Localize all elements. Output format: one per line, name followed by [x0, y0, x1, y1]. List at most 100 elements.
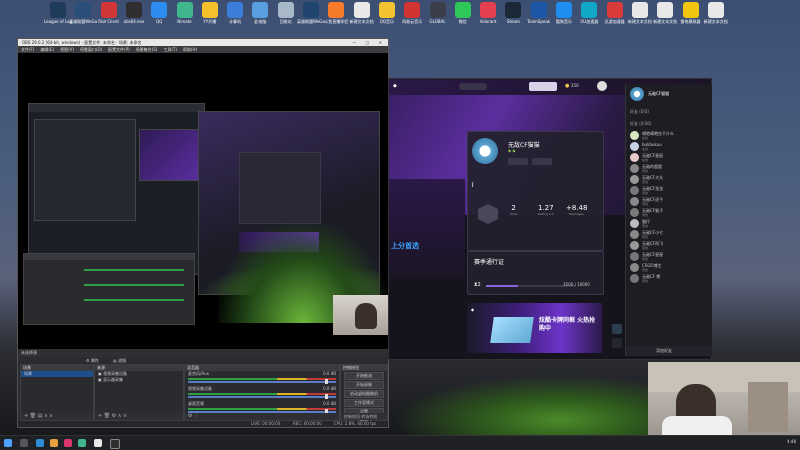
menu-item[interactable]: 场景集合(S) — [136, 47, 158, 52]
obs-title-bar[interactable]: OBS 29.0.2 (64-bit, windows) - 配置文件: 未命名… — [18, 39, 388, 46]
explorer-icon[interactable] — [50, 439, 58, 447]
chat-icon[interactable] — [612, 338, 622, 348]
app-icon[interactable] — [64, 439, 72, 447]
app-icon[interactable] — [78, 439, 86, 447]
window-controls[interactable]: — ▢ ✕ — [352, 39, 386, 46]
properties-button[interactable]: ⚙ 属性 — [86, 357, 99, 364]
friends-panel[interactable]: 无敌CF猫猫 好友 (0/3) 好友 (0/36) 嘀嗒嘀嗒在干什么 在线 bukb… — [625, 84, 712, 356]
menu-item[interactable]: 停靠窗口(D) — [80, 47, 102, 52]
desktop-shortcut[interactable]: Nimate — [171, 2, 199, 24]
friend-item[interactable]: CSGO博主 离线 — [626, 262, 712, 273]
control-button[interactable]: 开始录制 — [344, 381, 384, 389]
menu-item[interactable]: 编辑(E) — [40, 47, 54, 52]
volume-slider[interactable] — [188, 379, 336, 384]
desktop-shortcut[interactable]: 迅游加速器 — [601, 2, 629, 24]
desktop-shortcut[interactable]: 计算机 — [221, 2, 249, 24]
obs-preview-canvas[interactable] — [18, 53, 388, 349]
obs-taskbar-icon[interactable] — [110, 439, 120, 449]
control-button[interactable]: 开始推流 — [344, 372, 384, 380]
desktop-shortcut[interactable]: 网易云音乐 — [398, 2, 426, 24]
scenes-dock[interactable]: 场景 场景 + 🗑 ▤ ∧ ∨ — [20, 364, 94, 421]
controls-dock[interactable]: 控制按钮 开始推流开始录制启动虚拟摄像机工作室模式设置退出 控制按钮 转场特效 — [340, 364, 388, 425]
desktop-shortcut[interactable]: UU加速器 — [575, 2, 603, 24]
profile-action-button[interactable] — [508, 158, 528, 165]
menu-item[interactable]: 视图(V) — [60, 47, 74, 52]
dock-tabs[interactable]: 控制按钮 转场特效 — [341, 413, 387, 420]
friend-item[interactable]: 无敌的超超 离线 — [626, 163, 712, 174]
mixer-channel[interactable]: 视频采集设备 0.0 dB — [185, 386, 339, 401]
desktop-shortcut[interactable]: TeamSpeak — [525, 2, 553, 24]
taskbar-clock[interactable]: 4:48 — [787, 439, 796, 444]
friend-group-header[interactable]: 好友 (0/3) — [626, 106, 712, 118]
obs-window[interactable]: OBS 29.0.2 (64-bit, windows) - 配置文件: 未命名… — [17, 38, 391, 428]
desktop-shortcut[interactable]: 新建文本文档 — [626, 2, 654, 24]
friend-group-header[interactable]: 好友 (0/36) — [626, 118, 712, 130]
search-icon[interactable] — [20, 439, 28, 447]
filters-button[interactable]: ▤ 滤镜 — [113, 357, 126, 364]
add-friend-button[interactable]: 添加好友 — [626, 346, 712, 356]
friend-item[interactable]: 无敌CF星星 离线 — [626, 251, 712, 262]
desktop-shortcut[interactable]: 新建文本文档 — [348, 2, 376, 24]
dock-tab-transitions[interactable]: 转场特效 — [361, 414, 377, 419]
menu-item[interactable]: 帮助(H) — [183, 47, 197, 52]
friend-item[interactable]: 无敌CF猴子 离线 — [626, 207, 712, 218]
desktop-shortcut[interactable]: QQ音乐 — [373, 2, 401, 24]
desktop-shortcut[interactable]: Valorant — [474, 2, 502, 24]
desktop-shortcut[interactable]: GLOBAL — [424, 2, 452, 24]
menu-item[interactable]: 工具(T) — [163, 47, 177, 52]
friend-item[interactable]: 无敌CF龙龙 离线 — [626, 185, 712, 196]
desktop-shortcut[interactable]: 新建文本文档 — [651, 2, 679, 24]
friend-item[interactable]: bukbukuu 在线 — [626, 141, 712, 152]
desktop-shortcut[interactable]: QQ — [145, 2, 173, 24]
desktop-shortcut[interactable]: 雷电模拟器 — [677, 2, 705, 24]
slider-handle[interactable] — [325, 379, 328, 384]
scene-item[interactable]: 场景 — [21, 371, 93, 377]
desktop-shortcut[interactable]: 酷狗音乐 — [550, 2, 578, 24]
menu-item[interactable]: 配置文件(P) — [108, 47, 130, 52]
control-button[interactable]: 启动虚拟摄像机 — [344, 390, 384, 398]
desktop-shortcut[interactable]: 微信 — [449, 2, 477, 24]
obs-menu-bar[interactable]: 文件(F) 编辑(E) 视图(V) 停靠窗口(D) 配置文件(P) 场景集合(S) 工具(T… — [18, 46, 388, 53]
user-avatar[interactable] — [597, 81, 607, 91]
desktop-shortcut[interactable]: 英雄联盟WeGame — [297, 2, 325, 24]
volume-slider[interactable] — [188, 394, 336, 399]
promo-banner[interactable]: ◆ 炫酷卡牌同框 火热抢购中 — [467, 303, 602, 353]
desktop-shortcut[interactable]: YY开播 — [196, 2, 224, 24]
edge-icon[interactable] — [36, 439, 44, 447]
start-icon[interactable] — [4, 439, 12, 447]
windows-taskbar[interactable]: 4:48 — [0, 435, 800, 450]
game-start-button[interactable] — [529, 82, 557, 91]
source-item[interactable]: ▣ 显示器采集 — [95, 377, 183, 383]
season-pass-card[interactable]: 赛季通行证 ⧗2 3500 / 10000 — [467, 251, 604, 295]
friend-item[interactable]: 无敌CF小七 离线 — [626, 229, 712, 240]
mixer-dock[interactable]: 混音器 麦克风/Aux 0.0 dB 视频采集设备 0.0 dB 桌面音频 0.0 dB … — [184, 364, 340, 421]
mixer-channel[interactable]: 麦克风/Aux 0.0 dB — [185, 371, 339, 386]
obs-source-toolbar[interactable]: ⚙ 属性 ▤ 滤镜 — [18, 357, 388, 364]
sources-dock[interactable]: 来源 ▣ 视频采集设备 ▣ 显示器采集 + 🗑 ⚙ ∧ ∨ — [94, 364, 184, 421]
mixer-dock-toolbar[interactable]: ⚙ ⋮ — [185, 413, 339, 420]
slider-handle[interactable] — [325, 394, 328, 399]
app-icon[interactable] — [94, 439, 102, 447]
friend-item[interactable]: 猫仔 离线 — [626, 218, 712, 229]
friend-item[interactable]: 无敌CF 熊离线 — [626, 273, 712, 284]
desktop-shortcut[interactable]: Riot Client — [95, 2, 123, 24]
side-tool-icon[interactable] — [612, 324, 622, 334]
scenes-dock-toolbar[interactable]: + 🗑 ▤ ∧ ∨ — [21, 413, 93, 420]
desktop-shortcut[interactable]: obs64.exe — [120, 2, 148, 24]
friend-item[interactable]: 无敌CF虎子 离线 — [626, 196, 712, 207]
desktop-shortcut[interactable]: League of Legends — [44, 2, 72, 24]
desktop-shortcut[interactable]: Steam — [499, 2, 527, 24]
desktop-shortcut[interactable]: 此电脑 — [246, 2, 274, 24]
game-search-box[interactable] — [459, 83, 487, 90]
menu-item[interactable]: 文件(F) — [21, 47, 34, 52]
friend-item[interactable]: 无敌CF大头 离线 — [626, 174, 712, 185]
desktop-shortcut[interactable]: 斗鱼直播伴侣 — [322, 2, 350, 24]
dock-tab-controls[interactable]: 控制按钮 — [344, 414, 360, 419]
friend-item[interactable]: 无敌CF星辰 在线 — [626, 152, 712, 163]
control-button[interactable]: 工作室模式 — [344, 399, 384, 407]
desktop-shortcut[interactable]: 英雄联盟WeGame版 — [69, 2, 97, 24]
friend-item[interactable]: 无敌CF阿飞 离线 — [626, 240, 712, 251]
desktop-shortcut[interactable]: 回收站 — [272, 2, 300, 24]
friend-item[interactable]: 嘀嗒嘀嗒在干什么 在线 — [626, 130, 712, 141]
profile-action-button[interactable] — [532, 158, 552, 165]
